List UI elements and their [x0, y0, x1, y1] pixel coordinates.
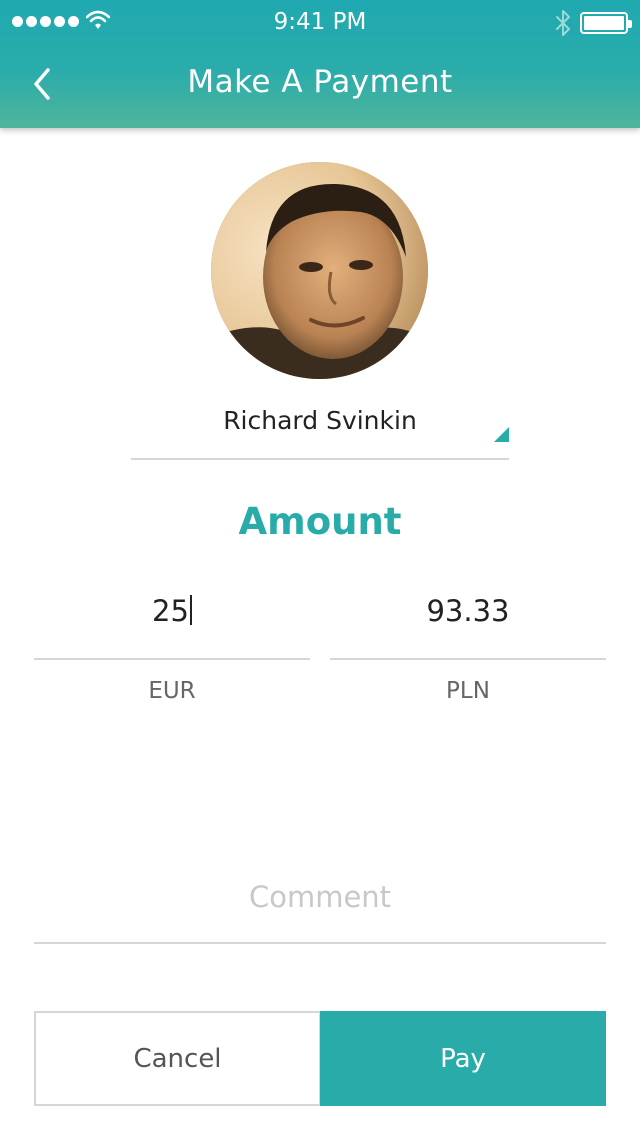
pln-currency-label: PLN — [446, 678, 490, 704]
comment-input[interactable]: Comment — [34, 868, 606, 944]
navigation-header: 9:41 PM Make A Payment — [0, 0, 640, 128]
battery-icon — [580, 12, 632, 34]
eur-amount-value-wrap: 25 — [34, 594, 310, 628]
status-bar: 9:41 PM — [0, 0, 640, 44]
pln-amount-input[interactable]: 93.33 — [330, 590, 606, 660]
pay-button[interactable]: Pay — [320, 1011, 606, 1106]
amount-heading: Amount — [238, 500, 402, 543]
eur-amount-underline — [34, 658, 310, 660]
bluetooth-icon — [556, 10, 570, 36]
eur-currency-label: EUR — [148, 678, 196, 704]
comment-underline — [34, 942, 606, 944]
page-title: Make A Payment — [187, 64, 453, 100]
pln-amount-value: 93.33 — [426, 594, 510, 628]
eur-amount-input[interactable]: 25 — [34, 590, 310, 660]
recipient-divider — [131, 458, 509, 460]
avatar-portrait — [211, 162, 428, 379]
cancel-button[interactable]: Cancel — [34, 1011, 321, 1106]
status-time: 9:41 PM — [273, 9, 367, 35]
pln-amount-underline — [330, 658, 606, 660]
recipient-name[interactable]: Richard Svinkin — [130, 406, 510, 435]
text-cursor — [189, 595, 192, 625]
dropdown-triangle-icon[interactable] — [494, 427, 509, 442]
comment-placeholder: Comment — [248, 880, 392, 914]
recipient-avatar — [211, 162, 428, 379]
eur-amount-value: 25 — [152, 594, 189, 628]
